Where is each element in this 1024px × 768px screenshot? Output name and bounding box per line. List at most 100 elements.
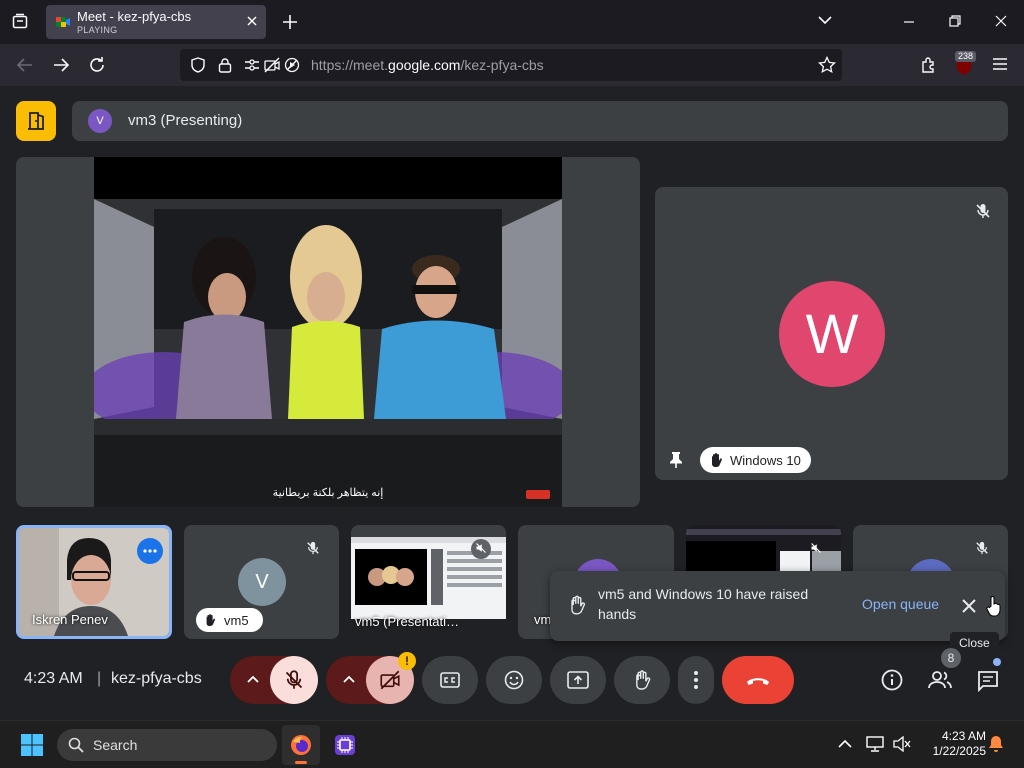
raised-hand-icon bbox=[709, 452, 723, 468]
chevron-up-icon bbox=[343, 675, 355, 683]
close-notification-button[interactable] bbox=[953, 590, 985, 622]
permissions-icon[interactable] bbox=[244, 57, 260, 73]
new-tab-icon[interactable] bbox=[282, 14, 298, 30]
mic-off-icon bbox=[306, 541, 320, 555]
more-vert-icon bbox=[694, 671, 698, 689]
mic-off-icon bbox=[975, 541, 989, 555]
firefox-icon bbox=[290, 734, 312, 756]
camera-blocked-icon[interactable] bbox=[264, 57, 280, 73]
raised-hand-icon bbox=[204, 613, 216, 627]
app-menu-icon[interactable] bbox=[992, 56, 1008, 72]
tray-chevron-up-icon[interactable] bbox=[838, 739, 852, 748]
camera-off-icon bbox=[379, 670, 401, 690]
tab-close-icon[interactable] bbox=[246, 15, 258, 27]
autoplay-blocked-icon[interactable] bbox=[284, 57, 300, 73]
more-dots-icon bbox=[143, 549, 157, 553]
open-queue-link[interactable]: Open queue bbox=[862, 596, 939, 612]
tab-title: Meet - kez-pfya-cbs bbox=[77, 9, 192, 24]
meeting-clock: 4:23 AM bbox=[24, 670, 83, 687]
reload-icon[interactable] bbox=[88, 56, 106, 74]
taskbar-clock[interactable]: 4:23 AM 1/22/2025 bbox=[920, 729, 986, 759]
presentation-stage[interactable]: إنه يتظاهر بلكنة بريطانية bbox=[16, 157, 640, 507]
video-frame-image bbox=[94, 157, 562, 507]
video-options-button[interactable] bbox=[326, 656, 370, 704]
emoji-smile-icon bbox=[504, 670, 524, 690]
notification-text: vm5 and Windows 10 have raised hands bbox=[598, 586, 809, 622]
meet-content: V vm3 (Presenting) إنه يتظاهر بلكنة بريط… bbox=[0, 86, 1024, 720]
participant-thumb-vm5-presentation[interactable]: vm5 (Presentati… bbox=[351, 525, 506, 639]
close-icon bbox=[962, 599, 976, 613]
end-call-icon bbox=[745, 674, 771, 686]
chat-unread-dot bbox=[993, 658, 1001, 666]
participant-avatar: W bbox=[779, 281, 885, 387]
more-options-button[interactable] bbox=[678, 656, 714, 704]
url-bar[interactable]: https://meet.google.com/kez-pfya-cbs bbox=[180, 49, 842, 81]
audio-muted-icon bbox=[810, 542, 822, 554]
divider: | bbox=[97, 670, 102, 687]
windows-taskbar: Search 4:23 AM 1/22/2025 bbox=[0, 720, 1024, 768]
tab-list-chevron-icon[interactable] bbox=[818, 15, 832, 25]
chat-button[interactable] bbox=[972, 658, 1004, 696]
door-exit-icon bbox=[27, 111, 45, 131]
mic-toggle-button[interactable] bbox=[270, 656, 318, 704]
participant-name: Windows 10 bbox=[730, 453, 801, 468]
participant-thumb-iskren[interactable]: Iskren Penev bbox=[16, 525, 172, 639]
meet-favicon-icon bbox=[56, 15, 70, 29]
participant-tile-windows-10[interactable]: W Windows 10 bbox=[655, 187, 1008, 480]
present-now-button[interactable] bbox=[550, 656, 606, 704]
chat-icon bbox=[977, 670, 999, 692]
people-icon bbox=[927, 670, 953, 690]
presenter-label: vm3 (Presenting) bbox=[128, 112, 243, 129]
leave-call-button[interactable] bbox=[722, 656, 794, 704]
people-button[interactable]: 8 bbox=[924, 648, 961, 696]
camera-control-group: ! bbox=[326, 652, 416, 704]
taskbar-firefox[interactable] bbox=[282, 725, 320, 765]
raised-hand-icon bbox=[568, 595, 586, 615]
stop-presenting-button[interactable] bbox=[16, 101, 56, 141]
close-window-icon[interactable] bbox=[995, 15, 1007, 27]
captions-button[interactable] bbox=[422, 656, 478, 704]
taskbar-app-icon[interactable] bbox=[333, 733, 357, 757]
lock-icon[interactable] bbox=[218, 57, 232, 73]
taskbar-date: 1/22/2025 bbox=[932, 744, 986, 758]
mic-off-icon bbox=[284, 669, 304, 691]
search-icon bbox=[68, 737, 84, 753]
browser-tab-meet[interactable]: Meet - kez-pfya-cbs PLAYING bbox=[46, 5, 266, 39]
minimize-icon[interactable] bbox=[903, 16, 915, 28]
participant-thumb-vm5[interactable]: V vm5 bbox=[184, 525, 339, 639]
audio-options-button[interactable] bbox=[230, 656, 274, 704]
extensions-puzzle-icon[interactable] bbox=[920, 56, 938, 74]
presenter-banner: V vm3 (Presenting) bbox=[72, 101, 1008, 141]
raised-hand-pill-vm5: vm5 bbox=[196, 608, 263, 632]
raised-hand-pill-windows-10: Windows 10 bbox=[700, 447, 811, 473]
taskbar-search[interactable]: Search bbox=[57, 729, 277, 761]
shared-video[interactable]: إنه يتظاهر بلكنة بريطانية bbox=[94, 157, 562, 507]
pin-icon[interactable] bbox=[668, 451, 684, 469]
reactions-button[interactable] bbox=[486, 656, 542, 704]
participant-name: vm5 bbox=[224, 613, 249, 628]
closed-captions-icon bbox=[440, 672, 460, 688]
participant-name: vm5 (Presentati… bbox=[355, 614, 460, 629]
firefox-view-icon[interactable] bbox=[12, 13, 28, 29]
notification-bell-icon[interactable] bbox=[988, 735, 1004, 753]
network-icon[interactable] bbox=[866, 736, 884, 752]
participant-name: Iskren Penev bbox=[32, 612, 108, 627]
windows-start-icon[interactable] bbox=[21, 734, 43, 756]
raised-hands-notification: vm5 and Windows 10 have raised hands Ope… bbox=[550, 571, 1005, 641]
back-arrow-icon[interactable] bbox=[16, 56, 34, 74]
raise-hand-button[interactable] bbox=[614, 656, 670, 704]
audio-muted-icon bbox=[475, 542, 487, 554]
present-screen-icon bbox=[567, 671, 589, 689]
forward-arrow-icon[interactable] bbox=[52, 56, 70, 74]
volume-muted-icon[interactable] bbox=[893, 736, 911, 752]
more-options-button[interactable] bbox=[137, 538, 163, 564]
url-text[interactable]: https://meet.google.com/kez-pfya-cbs bbox=[311, 57, 544, 73]
presenter-avatar: V bbox=[88, 109, 112, 133]
meeting-details-button[interactable] bbox=[876, 664, 908, 696]
info-icon bbox=[881, 669, 903, 691]
bookmark-star-icon[interactable] bbox=[818, 56, 836, 74]
tracking-protection-shield-icon[interactable] bbox=[190, 57, 206, 73]
restore-icon[interactable] bbox=[949, 15, 961, 27]
participant-name: vm bbox=[534, 612, 552, 627]
search-label: Search bbox=[93, 737, 138, 753]
